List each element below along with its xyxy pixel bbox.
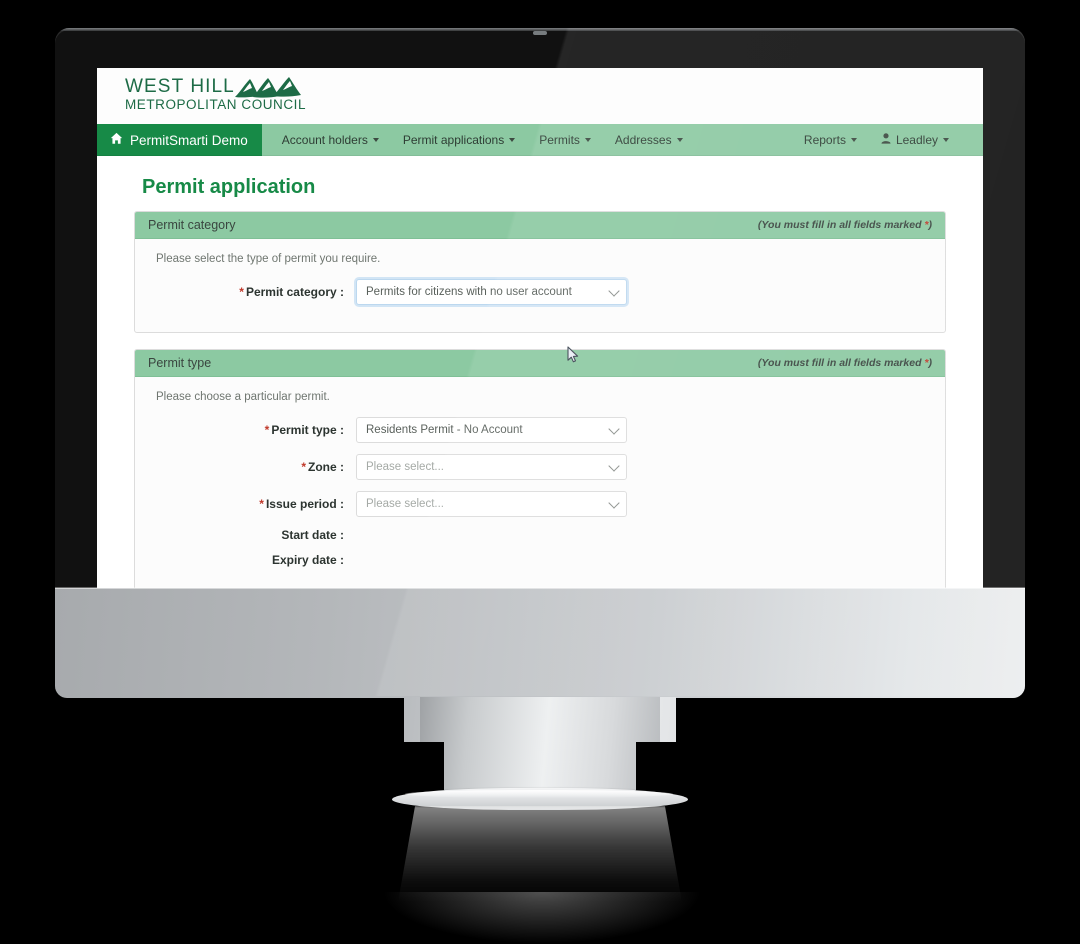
panel-body: Please choose a particular permit. * Perm… bbox=[135, 377, 945, 594]
nav-item-addresses[interactable]: Addresses bbox=[603, 124, 695, 156]
field-row-permit-category: * Permit category : Permits for citizens … bbox=[148, 279, 932, 305]
permit-category-select[interactable]: Permits for citizens with no user accoun… bbox=[356, 279, 627, 305]
note-suffix: ) bbox=[928, 219, 933, 231]
panel-title: Permit category bbox=[148, 218, 236, 232]
field-row-start-date: Start date : bbox=[148, 528, 932, 542]
nav-item-label: Addresses bbox=[614, 133, 672, 147]
nav-item-label: Leadley bbox=[895, 133, 938, 147]
nav-item-account-holders[interactable]: Account holders bbox=[270, 124, 391, 156]
panel-body: Please select the type of permit you req… bbox=[135, 239, 945, 332]
monitor-screen: WEST HILL METROPOLITAN COUNCIL PermitSma… bbox=[97, 68, 983, 595]
main-navigation: PermitSmarti Demo Account holders Permit… bbox=[97, 124, 983, 156]
monitor-stand-neck bbox=[420, 697, 660, 802]
floor-reflection bbox=[398, 806, 682, 902]
field-label-text: Permit category : bbox=[245, 285, 344, 299]
field-label: * Zone : bbox=[148, 460, 356, 474]
nav-item-label: Permits bbox=[539, 133, 580, 147]
panel-header: Permit category (You must fill in all fi… bbox=[135, 212, 945, 239]
chevron-down-icon bbox=[608, 285, 620, 297]
required-asterisk: * bbox=[259, 497, 264, 511]
stand-foot-highlight bbox=[405, 790, 673, 798]
panel-helper-text: Please choose a particular permit. bbox=[156, 391, 330, 403]
field-label-text: Start date : bbox=[281, 528, 344, 542]
chevron-down-icon bbox=[584, 138, 591, 142]
user-icon bbox=[881, 133, 891, 147]
nav-item-user-menu[interactable]: Leadley bbox=[869, 124, 961, 156]
issue-period-select[interactable]: Please select... bbox=[356, 491, 627, 517]
home-icon bbox=[110, 132, 123, 148]
browser-page: WEST HILL METROPOLITAN COUNCIL PermitSma… bbox=[97, 68, 983, 595]
nav-brand-label: PermitSmarti Demo bbox=[130, 132, 248, 148]
nav-items: Account holders Permit applications Perm… bbox=[262, 124, 695, 156]
field-label: Expiry date : bbox=[148, 553, 356, 567]
required-asterisk: * bbox=[264, 423, 270, 437]
note-suffix: ) bbox=[928, 357, 933, 369]
page-title: Permit application bbox=[142, 176, 316, 198]
required-asterisk: * bbox=[301, 460, 306, 474]
site-logo[interactable]: WEST HILL METROPOLITAN COUNCIL bbox=[125, 77, 306, 112]
field-label-text: Permit type : bbox=[271, 423, 344, 437]
required-fields-note: (You must fill in all fields marked *) bbox=[758, 219, 932, 231]
field-label: * Permit type : bbox=[148, 423, 356, 437]
monitor-base bbox=[55, 588, 1025, 698]
chevron-down-icon bbox=[850, 138, 857, 142]
page-content: Permit application Permit category (You … bbox=[97, 156, 983, 595]
chevron-down-icon bbox=[608, 497, 620, 509]
zone-select[interactable]: Please select... bbox=[356, 454, 627, 480]
panel-title: Permit type bbox=[148, 356, 212, 370]
nav-item-label: Reports bbox=[803, 133, 846, 147]
mountain-range-icon bbox=[233, 75, 303, 105]
chevron-down-icon bbox=[509, 138, 516, 142]
panel-helper-text: Please select the type of permit you req… bbox=[156, 253, 381, 265]
floor-glow bbox=[382, 892, 702, 944]
required-asterisk: * bbox=[239, 285, 244, 299]
nav-item-reports[interactable]: Reports bbox=[792, 124, 869, 156]
note-prefix: (You must fill in all fields marked bbox=[757, 219, 925, 231]
field-label-text: Issue period : bbox=[265, 497, 344, 511]
field-label: Start date : bbox=[148, 528, 356, 542]
webcam-icon bbox=[533, 31, 547, 35]
chevron-down-icon bbox=[676, 138, 683, 142]
panel-permit-category: Permit category (You must fill in all fi… bbox=[134, 211, 946, 333]
field-label-text: Zone : bbox=[308, 460, 344, 474]
site-header: WEST HILL METROPOLITAN COUNCIL bbox=[97, 68, 983, 124]
screenshot-stage: WEST HILL METROPOLITAN COUNCIL PermitSma… bbox=[0, 0, 1080, 944]
permit-type-select[interactable]: Residents Permit - No Account bbox=[356, 417, 627, 443]
field-row-zone: * Zone : Please select... bbox=[148, 454, 932, 480]
field-row-issue-period: * Issue period : Please select... bbox=[148, 491, 932, 517]
nav-item-permits[interactable]: Permits bbox=[527, 124, 603, 156]
nav-brand-permitsmarti-demo[interactable]: PermitSmarti Demo bbox=[97, 124, 262, 156]
nav-item-permit-applications[interactable]: Permit applications bbox=[391, 124, 527, 156]
panel-header: Permit type (You must fill in all fields… bbox=[135, 350, 945, 377]
field-label-text: Expiry date : bbox=[271, 553, 344, 567]
required-fields-note: (You must fill in all fields marked *) bbox=[758, 357, 932, 369]
field-label: * Permit category : bbox=[148, 285, 356, 299]
select-value: Residents Permit - No Account bbox=[366, 424, 523, 436]
field-row-expiry-date: Expiry date : bbox=[148, 553, 932, 567]
chevron-down-icon bbox=[943, 138, 949, 142]
field-label: * Issue period : bbox=[148, 497, 356, 511]
select-value: Please select... bbox=[366, 461, 444, 473]
chevron-down-icon bbox=[608, 423, 620, 435]
nav-right-items: Reports Leadley bbox=[792, 124, 983, 156]
nav-item-label: Account holders bbox=[281, 133, 368, 147]
chevron-down-icon bbox=[608, 460, 620, 472]
nav-item-label: Permit applications bbox=[402, 133, 505, 147]
chevron-down-icon bbox=[372, 138, 379, 142]
mouse-pointer-icon bbox=[567, 346, 580, 369]
select-value: Please select... bbox=[366, 498, 444, 510]
field-row-permit-type: * Permit type : Residents Permit - No Acc… bbox=[148, 417, 932, 443]
note-prefix: (You must fill in all fields marked bbox=[757, 357, 925, 369]
select-value: Permits for citizens with no user accoun… bbox=[366, 286, 572, 298]
panel-permit-type: Permit type (You must fill in all fields… bbox=[134, 349, 946, 595]
